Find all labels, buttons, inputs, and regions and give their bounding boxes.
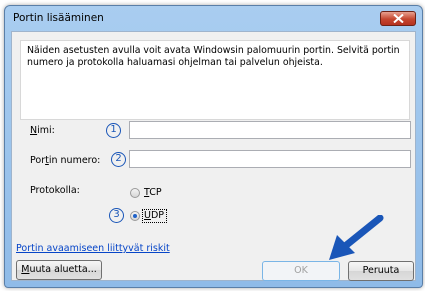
- close-button[interactable]: [380, 11, 416, 26]
- window-title: Portin lisääminen: [13, 12, 104, 24]
- udp-radio-label[interactable]: UDP: [144, 210, 164, 221]
- callout-2: 2: [111, 152, 126, 167]
- port-number-input[interactable]: [129, 150, 411, 168]
- udp-radio[interactable]: [130, 211, 140, 221]
- change-scope-button[interactable]: Muuta aluetta...: [16, 260, 102, 280]
- callout-1: 1: [106, 123, 121, 138]
- port-number-label: Portin numero:: [30, 155, 101, 166]
- name-label: Nimi:: [30, 125, 55, 136]
- name-input[interactable]: [129, 121, 411, 139]
- title-bar[interactable]: Portin lisääminen: [5, 6, 422, 30]
- port-risks-link[interactable]: Portin avaamiseen liittyvät riskit: [16, 243, 170, 254]
- pointer-arrow-icon: [329, 215, 384, 260]
- protocol-label: Protokolla:: [30, 185, 80, 196]
- description-text: Näiden asetusten avulla voit avata Windo…: [20, 40, 410, 120]
- tcp-radio[interactable]: [130, 188, 140, 198]
- close-icon: [393, 14, 404, 23]
- tcp-radio-label[interactable]: TCP: [144, 187, 162, 198]
- callout-3: 3: [109, 208, 124, 223]
